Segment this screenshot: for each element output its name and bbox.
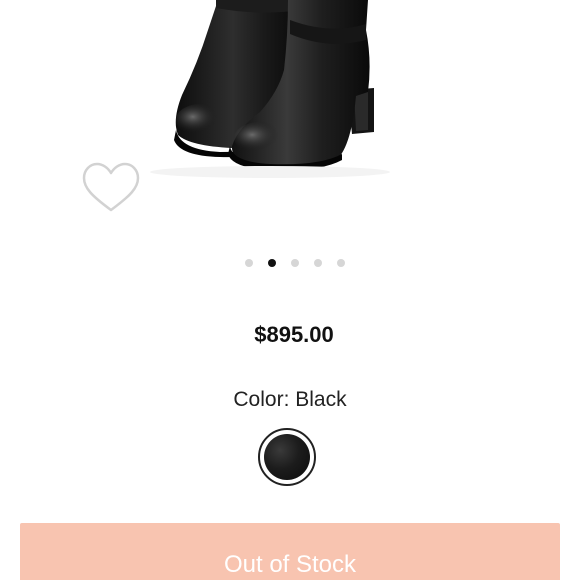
- product-page: $895.00 Color: Black Out of Stock: [0, 0, 580, 580]
- product-image[interactable]: [120, 0, 440, 235]
- out-of-stock-button[interactable]: Out of Stock: [20, 523, 560, 580]
- carousel-dot[interactable]: [291, 259, 299, 267]
- carousel-dot[interactable]: [314, 259, 322, 267]
- carousel-dot[interactable]: [337, 259, 345, 267]
- carousel-dot-active[interactable]: [268, 259, 276, 267]
- heart-outline-icon[interactable]: [80, 160, 142, 216]
- color-swatch-black[interactable]: [258, 428, 316, 486]
- carousel-dot[interactable]: [245, 259, 253, 267]
- carousel-indicator: [0, 259, 580, 267]
- swatch-fill: [264, 434, 310, 480]
- product-price: $895.00: [254, 322, 334, 347]
- color-label: Color: Black: [233, 388, 347, 411]
